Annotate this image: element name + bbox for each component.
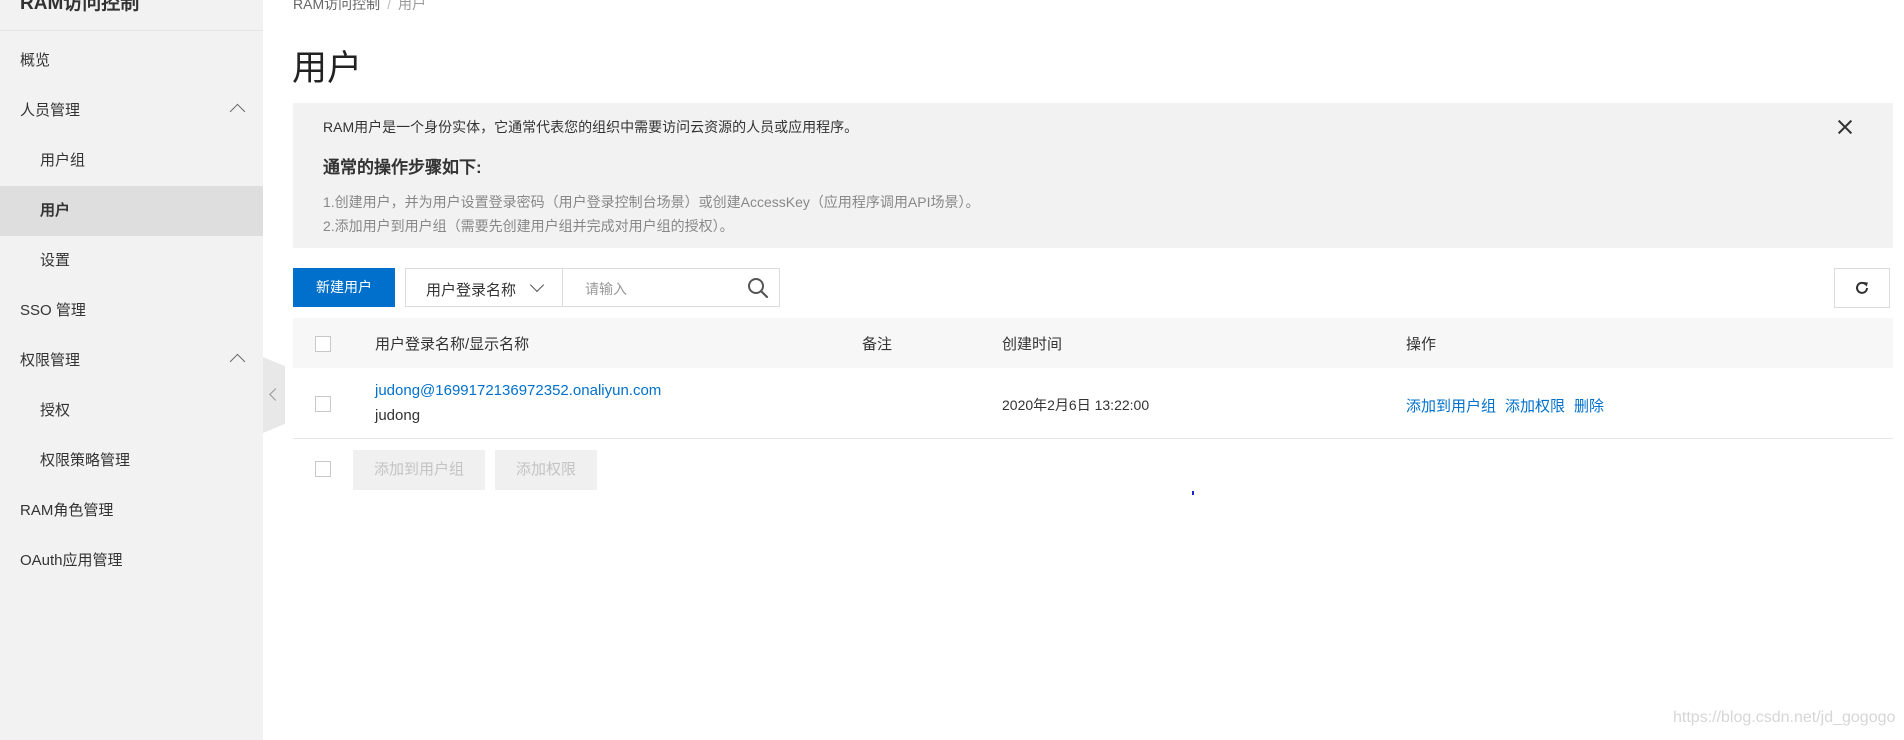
sidebar-item-overview[interactable]: 概览 <box>0 36 263 86</box>
sidebar-item-grants[interactable]: 授权 <box>0 386 263 436</box>
created-time: 2020年2月6日 13:22:00 <box>1002 397 1150 413</box>
column-header-login-name: 用户登录名称/显示名称 <box>375 336 530 353</box>
sidebar-item-user-groups[interactable]: 用户组 <box>0 136 263 186</box>
add-permission-link[interactable]: 添加权限 <box>1505 395 1565 416</box>
sidebar-item-label: 权限管理 <box>20 352 81 369</box>
refresh-button[interactable] <box>1834 268 1890 308</box>
batch-add-to-group-button[interactable]: 添加到用户组 <box>353 450 485 490</box>
sidebar: RAM访问控制 概览 人员管理 用户组 用户 设置 SSO 管理 权限管理 授权… <box>0 0 263 740</box>
search-icon[interactable] <box>747 277 769 299</box>
sidebar-item-sso[interactable]: SSO 管理 <box>0 286 263 336</box>
create-user-button[interactable]: 新建用户 <box>293 268 395 307</box>
stray-mark <box>1192 491 1194 495</box>
delete-link[interactable]: 删除 <box>1574 395 1604 416</box>
column-header-created: 创建时间 <box>1002 336 1063 353</box>
batch-select-checkbox[interactable] <box>315 461 331 477</box>
add-to-group-link[interactable]: 添加到用户组 <box>1406 395 1496 416</box>
table-header: 用户登录名称/显示名称 备注 创建时间 操作 <box>293 318 1893 368</box>
user-display-name: judong <box>375 407 421 424</box>
chevron-up-icon <box>229 103 246 120</box>
sidebar-item-ram-roles[interactable]: RAM角色管理 <box>0 486 263 536</box>
breadcrumb: RAM访问控制 / 用户 <box>293 0 426 14</box>
search-field-value: 用户登录名称 <box>426 282 517 299</box>
table-row: judong@1699172136972352.onaliyun.com jud… <box>293 368 1893 439</box>
chevron-up-icon <box>229 353 246 370</box>
breadcrumb-parent[interactable]: RAM访问控制 <box>293 0 380 12</box>
page-title: 用户 <box>292 49 363 88</box>
breadcrumb-current: 用户 <box>398 0 427 12</box>
notice-step: 1.创建用户，并为用户设置登录密码（用户登录控制台场景）或创建AccessKey… <box>323 194 980 210</box>
sidebar-item-permission-management[interactable]: 权限管理 <box>0 336 263 386</box>
sidebar-item-oauth-apps[interactable]: OAuth应用管理 <box>0 536 263 586</box>
column-header-note: 备注 <box>862 336 893 353</box>
sidebar-collapse-button[interactable] <box>263 357 285 433</box>
sidebar-item-people-management[interactable]: 人员管理 <box>0 86 263 136</box>
sidebar-item-label: 人员管理 <box>20 102 81 119</box>
select-all-checkbox[interactable] <box>315 336 331 352</box>
sidebar-item-policies[interactable]: 权限策略管理 <box>0 436 263 486</box>
search-input[interactable] <box>583 277 747 301</box>
watermark: https://blog.csdn.net/jd_gogogo <box>1673 709 1896 726</box>
search-box <box>562 268 780 307</box>
sidebar-item-settings[interactable]: 设置 <box>0 236 263 286</box>
notice-description: RAM用户是一个身份实体，它通常代表您的组织中需要访问云资源的人员或应用程序。 <box>323 119 859 135</box>
notice-steps-title: 通常的操作步骤如下: <box>323 158 482 177</box>
sidebar-title: RAM访问控制 <box>20 0 140 14</box>
breadcrumb-separator: / <box>387 0 392 12</box>
column-header-actions: 操作 <box>1406 336 1437 353</box>
search-field-select[interactable]: 用户登录名称 <box>405 268 563 307</box>
close-icon[interactable] <box>1835 117 1855 137</box>
info-notice: RAM用户是一个身份实体，它通常代表您的组织中需要访问云资源的人员或应用程序。 … <box>293 103 1893 248</box>
row-checkbox[interactable] <box>315 396 331 412</box>
chevron-down-icon <box>529 277 545 293</box>
user-login-name-link[interactable]: judong@1699172136972352.onaliyun.com <box>375 382 661 399</box>
chevron-left-icon <box>269 388 282 401</box>
sidebar-divider <box>0 30 263 31</box>
batch-add-permission-button[interactable]: 添加权限 <box>495 450 597 490</box>
notice-step: 2.添加用户到用户组（需要先创建用户组并完成对用户组的授权）。 <box>323 218 734 234</box>
sidebar-item-users[interactable]: 用户 <box>0 186 263 236</box>
